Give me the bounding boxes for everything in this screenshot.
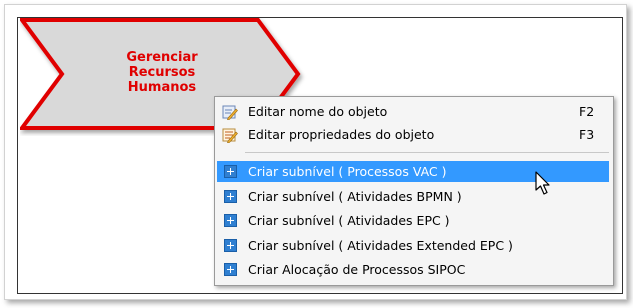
add-subnivel-icon <box>222 238 238 254</box>
menu-item-criar-alocacao-sipoc[interactable]: Criar Alocação de Processos SIPOC <box>217 259 609 280</box>
menu-item-editar-nome[interactable]: Editar nome do objeto F2 <box>217 101 609 122</box>
menu-item-label: Editar nome do objeto <box>248 104 388 119</box>
menu-item-label: Criar subnível ( Atividades Extended EPC… <box>248 238 513 253</box>
menu-item-label: Criar subnível ( Atividades EPC ) <box>248 213 450 228</box>
add-subnivel-icon <box>222 213 238 229</box>
add-subnivel-icon <box>222 164 238 180</box>
edit-properties-icon <box>222 127 238 143</box>
mouse-cursor-icon <box>535 171 550 195</box>
add-subnivel-icon <box>222 189 238 205</box>
shape-label: Gerenciar Recursos Humanos <box>102 50 222 95</box>
menu-item-label: Criar subnível ( Atividades BPMN ) <box>248 189 462 204</box>
menu-item-shortcut: F2 <box>579 104 595 119</box>
menu-item-label: Editar propriedades do objeto <box>248 127 435 142</box>
menu-item-criar-subnivel-epc[interactable]: Criar subnível ( Atividades EPC ) <box>217 210 609 231</box>
context-menu: Editar nome do objeto F2 Editar propried… <box>214 96 614 286</box>
shape-label-line-1: Gerenciar <box>126 50 198 65</box>
shape-label-line-2: Recursos <box>128 65 196 80</box>
edit-name-icon <box>222 104 238 120</box>
shape-label-line-3: Humanos <box>127 80 197 95</box>
menu-item-editar-propriedades[interactable]: Editar propriedades do objeto F3 <box>217 124 609 145</box>
menu-separator <box>245 152 609 153</box>
menu-item-label: Criar subnível ( Processos VAC ) <box>248 164 447 179</box>
menu-item-shortcut: F3 <box>579 127 595 142</box>
menu-item-label: Criar Alocação de Processos SIPOC <box>248 262 466 277</box>
add-subnivel-icon <box>222 262 238 278</box>
menu-item-criar-subnivel-extended-epc[interactable]: Criar subnível ( Atividades Extended EPC… <box>217 235 609 256</box>
